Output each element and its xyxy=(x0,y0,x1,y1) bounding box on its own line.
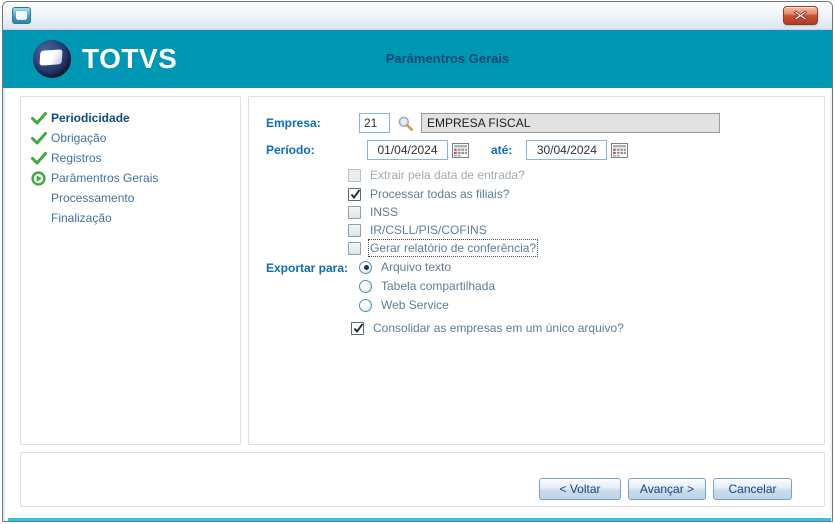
form-panel: Empresa: Período: xyxy=(248,96,825,445)
checkbox-extrair-data-entrada xyxy=(348,168,361,182)
periodo-ate-input[interactable] xyxy=(526,140,608,160)
step-label: Finalização xyxy=(51,211,112,225)
radio-label[interactable]: Arquivo texto xyxy=(381,260,451,274)
periodo-de-calendar-button[interactable] xyxy=(452,142,469,158)
ate-label: até: xyxy=(491,143,513,157)
checkbox-label[interactable]: Consolidar as empresas em um único arqui… xyxy=(373,321,624,335)
exportar-label: Exportar para: xyxy=(266,261,349,275)
checkbox-row-relatorio: Gerar relatório de conferência? xyxy=(348,239,539,257)
app-header: TOTVS Parâmentros Gerais xyxy=(3,30,832,88)
totvs-bubble-shape xyxy=(39,49,63,66)
empresa-label: Empresa: xyxy=(266,116,321,130)
avancar-button[interactable]: Avançar > xyxy=(628,478,706,500)
close-icon xyxy=(794,10,807,21)
checkmark-icon xyxy=(353,322,364,333)
checkbox-label[interactable]: IR/CSLL/PIS/COFINS xyxy=(370,223,487,237)
radio-row-tabela: Tabela compartilhada xyxy=(359,279,495,293)
step-label: Periodicidade xyxy=(51,111,130,125)
step-obrigacao[interactable]: Obrigação xyxy=(21,128,240,148)
exportar-row: Exportar para: xyxy=(266,261,348,275)
step-processamento[interactable]: Processamento xyxy=(21,188,240,208)
checkbox-row-consolidar: Consolidar as empresas em um único arqui… xyxy=(351,321,624,335)
checkbox-gerar-relatorio[interactable] xyxy=(348,241,361,255)
app-window-icon[interactable] xyxy=(12,7,31,24)
wizard-window: TOTVS Parâmentros Gerais Periodicidade O… xyxy=(2,1,833,522)
check-icon xyxy=(28,131,49,145)
empresa-name-field xyxy=(421,113,720,133)
step-finalizacao[interactable]: Finalização xyxy=(21,208,240,228)
periodo-row: Período: até: xyxy=(266,140,629,160)
radio-label[interactable]: Web Service xyxy=(381,298,449,312)
close-button[interactable] xyxy=(783,6,818,25)
empresa-row: Empresa: xyxy=(266,113,720,133)
titlebar xyxy=(3,2,832,30)
radio-arquivo-texto[interactable] xyxy=(359,260,372,274)
monitor-icon xyxy=(16,11,27,19)
wizard-buttons: < Voltar Avançar > Cancelar xyxy=(539,478,792,500)
radio-row-arquivo-texto: Arquivo texto xyxy=(359,260,451,274)
empresa-code-input[interactable] xyxy=(359,113,390,133)
periodo-ate-calendar-button[interactable] xyxy=(611,142,629,158)
checkmark-icon xyxy=(350,188,361,199)
step-parametros-gerais[interactable]: Parâmentros Gerais xyxy=(21,168,240,188)
step-label: Registros xyxy=(51,151,102,165)
periodo-de-input[interactable] xyxy=(367,140,448,160)
check-icon xyxy=(28,111,49,125)
empresa-lookup-button[interactable] xyxy=(397,115,414,132)
periodo-label: Período: xyxy=(266,143,315,157)
radio-tabela-compartilhada[interactable] xyxy=(359,279,372,293)
check-icon xyxy=(28,151,49,165)
checkbox-ir-csll-pis-cofins[interactable] xyxy=(348,223,361,237)
radio-label[interactable]: Tabela compartilhada xyxy=(381,279,495,293)
checkbox-label[interactable]: Processar todas as filiais? xyxy=(370,187,509,201)
search-icon xyxy=(398,116,413,131)
radio-row-webservice: Web Service xyxy=(359,298,449,312)
calendar-icon xyxy=(452,142,469,158)
radio-web-service[interactable] xyxy=(359,298,372,312)
dialog-body: Periodicidade Obrigação Registros Parâme… xyxy=(3,88,832,520)
checkbox-inss[interactable] xyxy=(348,205,361,219)
voltar-button[interactable]: < Voltar xyxy=(539,478,621,500)
checkbox-row-filiais: Processar todas as filiais? xyxy=(348,187,509,201)
current-step-icon xyxy=(28,170,49,186)
footer-panel: < Voltar Avançar > Cancelar xyxy=(20,452,825,507)
checkbox-row-ir: IR/CSLL/PIS/COFINS xyxy=(348,223,487,237)
checkbox-row-extrair: Extrair pela data de entrada? xyxy=(348,168,525,182)
checkbox-row-inss: INSS xyxy=(348,205,398,219)
checkbox-consolidar-empresas[interactable] xyxy=(351,321,364,335)
calendar-icon xyxy=(611,142,629,158)
step-label: Parâmentros Gerais xyxy=(51,171,159,185)
step-periodicidade[interactable]: Periodicidade xyxy=(21,108,240,128)
checkbox-processar-filiais[interactable] xyxy=(348,187,361,201)
page-title: Parâmentros Gerais xyxy=(385,51,510,66)
wizard-steps-panel: Periodicidade Obrigação Registros Parâme… xyxy=(20,96,241,445)
checkbox-label[interactable]: INSS xyxy=(370,205,398,219)
cancelar-button[interactable]: Cancelar xyxy=(713,478,792,500)
checkbox-label: Extrair pela data de entrada? xyxy=(370,168,525,182)
window-bottom-accent xyxy=(8,518,831,521)
step-label: Processamento xyxy=(51,191,135,205)
step-label: Obrigação xyxy=(51,131,107,145)
step-registros[interactable]: Registros xyxy=(21,148,240,168)
checkbox-label[interactable]: Gerar relatório de conferência? xyxy=(367,239,539,257)
